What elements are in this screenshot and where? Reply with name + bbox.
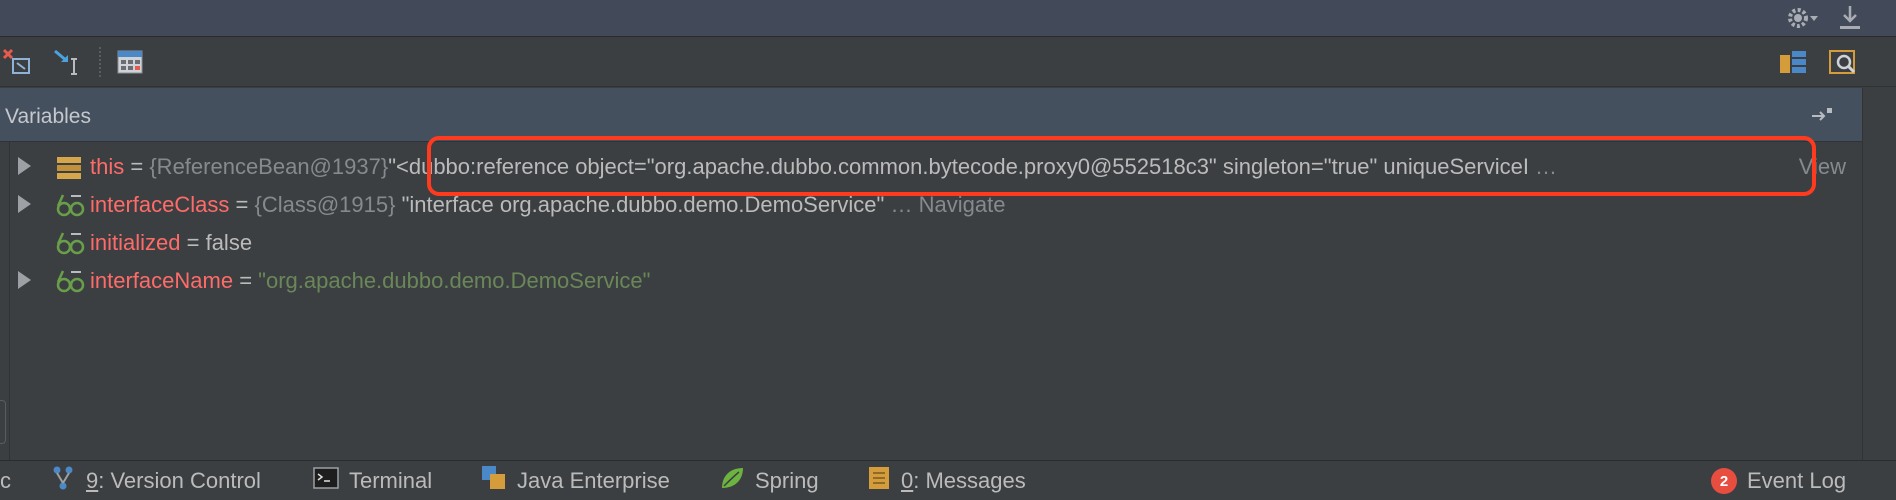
pin-icon[interactable] [1810, 106, 1834, 127]
type-reference: {ReferenceBean@1937} [149, 154, 389, 179]
variables-panel-header: Variables [0, 88, 1862, 142]
variable-row-interfaceclass[interactable]: interfaceClass = {Class@1915} "interface… [0, 186, 1862, 224]
remove-watch-icon[interactable] [0, 46, 34, 78]
tab-java-enterprise[interactable]: Java Enterprise [481, 465, 670, 497]
vertical-scrollbar-area[interactable] [1862, 88, 1896, 460]
expand-arrow-icon[interactable] [18, 195, 31, 213]
version-control-label: : Version Control [98, 468, 261, 493]
ellipsis: … [1528, 154, 1558, 179]
variable-name: interfaceName [90, 268, 234, 293]
messages-label: : Messages [913, 468, 1026, 493]
expand-arrow-icon[interactable] [18, 271, 31, 289]
tool-window-bar: c 9: Version Control Terminal Java Enter… [0, 460, 1896, 500]
expand-arrow-icon[interactable] [18, 157, 31, 175]
variable-row-this[interactable]: this = {ReferenceBean@1937}"<dubbo:refer… [0, 148, 1862, 186]
variable-value: "org.apache.dubbo.demo.DemoService" [258, 268, 651, 293]
variable-row-interfacename[interactable]: interfaceName = "org.apache.dubbo.demo.D… [0, 262, 1862, 300]
panel-title: Variables [5, 105, 91, 128]
variable-name: initialized [90, 230, 181, 255]
equals-sign: = [180, 230, 206, 255]
partial-tab-label[interactable]: c [0, 467, 11, 495]
variable-value: "interface org.apache.dubbo.demo.DemoSer… [395, 192, 885, 217]
variable-text: initialized = false [90, 230, 252, 256]
field-icon [55, 154, 83, 180]
settings-gear-icon[interactable] [1786, 5, 1820, 36]
event-log-badge: 2 [1711, 468, 1737, 494]
tab-version-control[interactable]: 9: Version Control [50, 465, 261, 497]
ellipsis: … [884, 192, 913, 217]
watch-glasses-icon [55, 268, 85, 294]
debugger-toolbar [0, 37, 1896, 87]
tab-event-log[interactable]: 2 Event Log [1711, 467, 1846, 495]
equals-sign: = [124, 154, 150, 179]
equals-sign: = [229, 192, 255, 217]
variable-name: this [90, 154, 125, 179]
watch-glasses-icon [55, 230, 85, 256]
variable-text: interfaceClass = {Class@1915} "interface… [90, 192, 1005, 218]
left-collapsed-tab[interactable] [0, 400, 6, 444]
spring-label: Spring [755, 468, 819, 493]
version-control-mnemonic: 9 [86, 468, 99, 493]
variable-value: "<dubbo:reference object="org.apache.dub… [388, 154, 1529, 179]
restore-layout-icon[interactable] [1777, 46, 1811, 78]
top-title-bar [0, 0, 1896, 37]
terminal-label: Terminal [349, 468, 433, 493]
toolbar-separator [99, 47, 101, 77]
terminal-icon [313, 466, 339, 496]
variable-row-initialized[interactable]: initialized = false [0, 224, 1862, 262]
event-log-label: Event Log [1747, 468, 1847, 493]
tab-messages[interactable]: 0: Messages [867, 467, 1026, 495]
evaluate-expression-icon[interactable] [113, 46, 147, 78]
equals-sign: = [233, 268, 259, 293]
version-control-icon [50, 465, 76, 497]
variable-text: interfaceName = "org.apache.dubbo.demo.D… [90, 268, 650, 294]
messages-mnemonic: 0 [901, 468, 914, 493]
variable-text: this = {ReferenceBean@1937}"<dubbo:refer… [90, 154, 1557, 180]
tab-terminal[interactable]: Terminal [313, 467, 432, 495]
type-reference: {Class@1915} [254, 192, 396, 217]
download-icon[interactable] [1838, 4, 1862, 37]
messages-icon [867, 465, 891, 497]
tab-spring[interactable]: Spring [719, 467, 819, 495]
java-enterprise-label: Java Enterprise [517, 468, 670, 493]
variables-tree: this = {ReferenceBean@1937}"<dubbo:refer… [0, 148, 1862, 300]
view-link[interactable]: View [1799, 154, 1846, 180]
watch-glasses-icon [55, 192, 85, 218]
navigate-link[interactable]: Navigate [919, 192, 1006, 217]
variable-name: interfaceClass [90, 192, 230, 217]
inspect-icon[interactable] [1826, 46, 1860, 78]
step-into-icon[interactable] [50, 46, 84, 78]
spring-icon [719, 465, 745, 497]
variable-value: false [205, 230, 253, 255]
java-enterprise-icon [481, 465, 507, 497]
